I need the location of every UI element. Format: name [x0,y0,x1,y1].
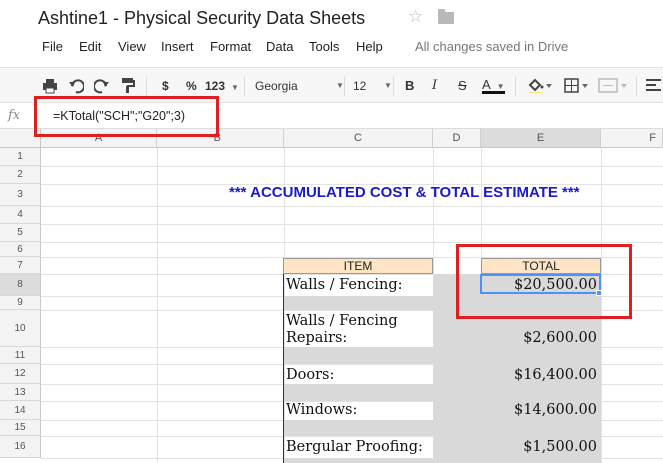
toolbar-divider [244,76,245,96]
text-color-button[interactable]: A ▼ [482,78,505,94]
strikethrough-button[interactable]: S [458,78,467,94]
row-header-12[interactable]: 12 [0,364,41,384]
row-header-10[interactable]: 10 [0,310,41,347]
row-header-8[interactable]: 8 [0,274,41,296]
shaded-row-9 [284,296,433,310]
document-title[interactable]: Ashtine1 - Physical Security Data Sheets [38,8,365,29]
menu-edit[interactable]: Edit [79,39,101,54]
fill-color-icon[interactable] [527,77,553,93]
item-label-doors[interactable]: Doors: [286,366,334,384]
row-header-13[interactable]: 13 [0,384,41,401]
font-size-select[interactable]: 12 ▼ [353,78,393,94]
shaded-row-17 [284,458,433,463]
italic-button[interactable]: I [432,78,437,94]
column-header-d[interactable]: D [433,129,481,148]
item-total-bergular-proofing[interactable]: $1,500.00 [481,438,597,456]
table-border-left [283,274,284,463]
header-item-cell[interactable]: ITEM [283,258,433,274]
menu-insert[interactable]: Insert [161,39,194,54]
toolbar-divider [344,76,345,96]
chevron-down-icon: ▼ [384,81,392,90]
chevron-down-icon: ▼ [336,81,344,90]
column-header-e[interactable]: E [481,129,601,148]
merge-cells-icon[interactable] [598,77,628,93]
paint-format-icon[interactable] [120,77,136,93]
toolbar-divider [636,76,637,96]
toolbar-divider [515,76,516,96]
item-label-bergular-proofing[interactable]: Bergular Proofing: [286,438,423,456]
row-header-4[interactable]: 4 [0,206,41,224]
row-header-5[interactable]: 5 [0,224,41,242]
shaded-row-11 [284,347,433,364]
shaded-row-15 [284,420,433,436]
toolbar-divider [146,76,147,96]
item-total-doors[interactable]: $16,400.00 [481,366,597,384]
font-family-select[interactable]: Georgia ▼ [255,78,344,94]
text-color-label: A [482,77,491,92]
menu-tools[interactable]: Tools [309,39,339,54]
row-header-1[interactable]: 1 [0,148,41,166]
sheet-banner: *** ACCUMULATED COST & TOTAL ESTIMATE **… [229,184,580,201]
item-label-windows[interactable]: Windows: [286,401,357,419]
menu-file[interactable]: File [42,39,63,54]
row-header-7[interactable]: 7 [0,257,41,274]
row-header-6[interactable]: 6 [0,242,41,257]
menu-data[interactable]: Data [266,39,293,54]
grid-line [41,166,663,167]
annotation-box-formula [34,96,219,137]
function-icon: fx [8,108,21,123]
align-left-icon[interactable] [645,77,663,93]
grid-line [41,242,663,243]
item-label-walls-fencing[interactable]: Walls / Fencing: [286,276,403,294]
item-total-walls-repairs[interactable]: $2,600.00 [481,329,597,347]
font-family-value: Georgia [255,79,298,93]
number-format-button[interactable]: 123 ▼ [205,78,239,94]
font-size-value: 12 [353,79,367,93]
borders-icon[interactable] [564,77,590,93]
bold-button[interactable]: B [405,78,414,94]
chevron-down-icon: ▼ [231,83,239,92]
row-header-2[interactable]: 2 [0,166,41,184]
row-header-9[interactable]: 9 [0,296,41,310]
menu-help[interactable]: Help [356,39,383,54]
shaded-row-13 [284,384,433,401]
row-header-15[interactable]: 15 [0,420,41,436]
menu-view[interactable]: View [118,39,146,54]
folder-icon[interactable] [438,9,454,24]
chevron-down-icon: ▼ [496,82,505,91]
row-header-14[interactable]: 14 [0,401,41,420]
grid-line [41,224,663,225]
print-icon[interactable] [42,78,58,94]
item-label-walls-repairs-line2[interactable]: Repairs: [286,329,347,347]
item-label-walls-repairs[interactable]: Walls / Fencing [286,312,398,330]
percent-format-button[interactable]: % [186,78,197,94]
grid-line [157,148,158,463]
item-total-windows[interactable]: $14,600.00 [481,401,597,419]
spreadsheet-app: Ashtine1 - Physical Security Data Sheets… [0,0,663,463]
annotation-box-total [456,244,632,319]
menu-format[interactable]: Format [210,39,251,54]
column-header-f[interactable]: F [601,129,663,148]
star-icon[interactable]: ☆ [408,7,423,27]
undo-icon[interactable] [68,78,84,94]
number-format-label: 123 [205,79,226,93]
toolbar-divider [393,76,394,96]
grid-line [41,206,663,207]
column-header-c[interactable]: C [284,129,433,148]
redo-icon[interactable] [94,78,110,94]
row-header-11[interactable]: 11 [0,347,41,364]
row-header-16[interactable]: 16 [0,436,41,458]
currency-format-button[interactable]: $ [162,78,169,94]
save-status: All changes saved in Drive [415,39,569,54]
row-header-3[interactable]: 3 [0,184,41,206]
